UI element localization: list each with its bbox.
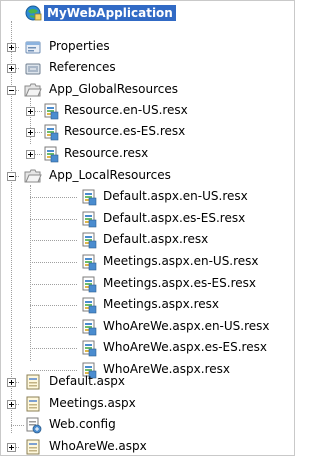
resx-file-icon	[80, 210, 98, 228]
expand-toggle[interactable]	[7, 43, 16, 52]
tree-node-default-resx[interactable]: Default.aspx.resx	[1, 231, 294, 253]
tree-node-app-localresources[interactable]: App_LocalResources	[1, 167, 294, 189]
resx-file-icon	[80, 188, 98, 206]
resx-file-icon	[42, 123, 60, 141]
node-label: Meetings.aspx.resx	[103, 297, 219, 311]
tree-node-meetings-es-es[interactable]: Meetings.aspx.es-ES.resx	[1, 275, 294, 297]
expand-toggle[interactable]	[26, 128, 35, 137]
node-label: WhoAreWe.aspx.en-US.resx	[103, 319, 270, 333]
node-label: Resource.resx	[64, 146, 149, 160]
node-label: Meetings.aspx	[49, 396, 136, 410]
references-icon	[24, 59, 42, 77]
tree-node-web-config[interactable]: Web.config	[1, 416, 294, 438]
resx-file-icon	[80, 318, 98, 336]
resx-file-icon	[80, 296, 98, 314]
tree-node-meetings-en-us[interactable]: Meetings.aspx.en-US.resx	[1, 253, 294, 275]
node-label: Default.aspx.es-ES.resx	[103, 211, 246, 225]
node-label: App_LocalResources	[49, 168, 171, 182]
tree-node-whoarewe-aspx[interactable]: WhoAreWe.aspx	[1, 438, 294, 455]
node-label: WhoAreWe.aspx	[49, 439, 147, 453]
node-label: WhoAreWe.aspx.es-ES.resx	[103, 340, 267, 354]
collapse-toggle[interactable]	[7, 86, 16, 95]
node-label: App_GlobalResources	[49, 82, 179, 96]
node-label: Properties	[49, 39, 110, 53]
resx-file-icon	[80, 339, 98, 357]
collapse-toggle[interactable]	[7, 172, 16, 181]
properties-icon	[24, 38, 42, 56]
tree-node-project[interactable]: MyWebApplication	[1, 3, 294, 25]
expand-toggle[interactable]	[7, 378, 16, 387]
node-label: Default.aspx.resx	[103, 232, 209, 246]
open-folder-icon	[24, 167, 42, 185]
solution-tree: MyWebApplication Properties References A…	[1, 1, 294, 455]
web-config-icon	[24, 416, 42, 434]
tree-node-app-globalresources[interactable]: App_GlobalResources	[1, 81, 294, 103]
node-label: Meetings.aspx.en-US.resx	[103, 254, 259, 268]
open-folder-icon	[24, 81, 42, 99]
node-label: Meetings.aspx.es-ES.resx	[103, 276, 256, 290]
node-label: Default.aspx.en-US.resx	[103, 189, 248, 203]
expand-toggle[interactable]	[26, 150, 35, 159]
tree-node-default-en-us[interactable]: Default.aspx.en-US.resx	[1, 188, 294, 210]
node-label: Resource.es-ES.resx	[64, 124, 186, 138]
tree-node-resource-resx[interactable]: Resource.resx	[1, 145, 294, 167]
project-name: MyWebApplication	[44, 5, 176, 21]
solution-explorer-panel: MyWebApplication Properties References A…	[0, 0, 295, 456]
tree-node-default-aspx[interactable]: Default.aspx	[1, 373, 294, 395]
resx-file-icon	[42, 145, 60, 163]
resx-file-icon	[80, 231, 98, 249]
tree-node-references[interactable]: References	[1, 59, 294, 81]
node-label: Resource.en-US.resx	[64, 103, 188, 117]
tree-node-meetings-resx[interactable]: Meetings.aspx.resx	[1, 296, 294, 318]
tree-node-default-es-es[interactable]: Default.aspx.es-ES.resx	[1, 210, 294, 232]
tree-node-properties[interactable]: Properties	[1, 38, 294, 60]
expand-toggle[interactable]	[7, 443, 16, 452]
aspx-page-icon	[24, 373, 42, 391]
expand-toggle[interactable]	[7, 400, 16, 409]
resx-file-icon	[80, 275, 98, 293]
tree-node-resource-es-es[interactable]: Resource.es-ES.resx	[1, 123, 294, 145]
tree-node-whoarewe-en-us[interactable]: WhoAreWe.aspx.en-US.resx	[1, 318, 294, 340]
tree-node-whoarewe-es-es[interactable]: WhoAreWe.aspx.es-ES.resx	[1, 339, 294, 361]
node-label: Web.config	[49, 417, 116, 431]
resx-file-icon	[80, 253, 98, 271]
expand-toggle[interactable]	[26, 107, 35, 116]
node-label: References	[49, 60, 116, 74]
aspx-page-icon	[24, 395, 42, 413]
tree-node-meetings-aspx[interactable]: Meetings.aspx	[1, 395, 294, 417]
tree-node-resource-en-us[interactable]: Resource.en-US.resx	[1, 102, 294, 124]
node-label: Default.aspx	[49, 374, 125, 388]
expand-toggle[interactable]	[7, 64, 16, 73]
web-project-icon	[24, 4, 42, 22]
resx-file-icon	[42, 102, 60, 120]
aspx-page-icon	[24, 438, 42, 455]
